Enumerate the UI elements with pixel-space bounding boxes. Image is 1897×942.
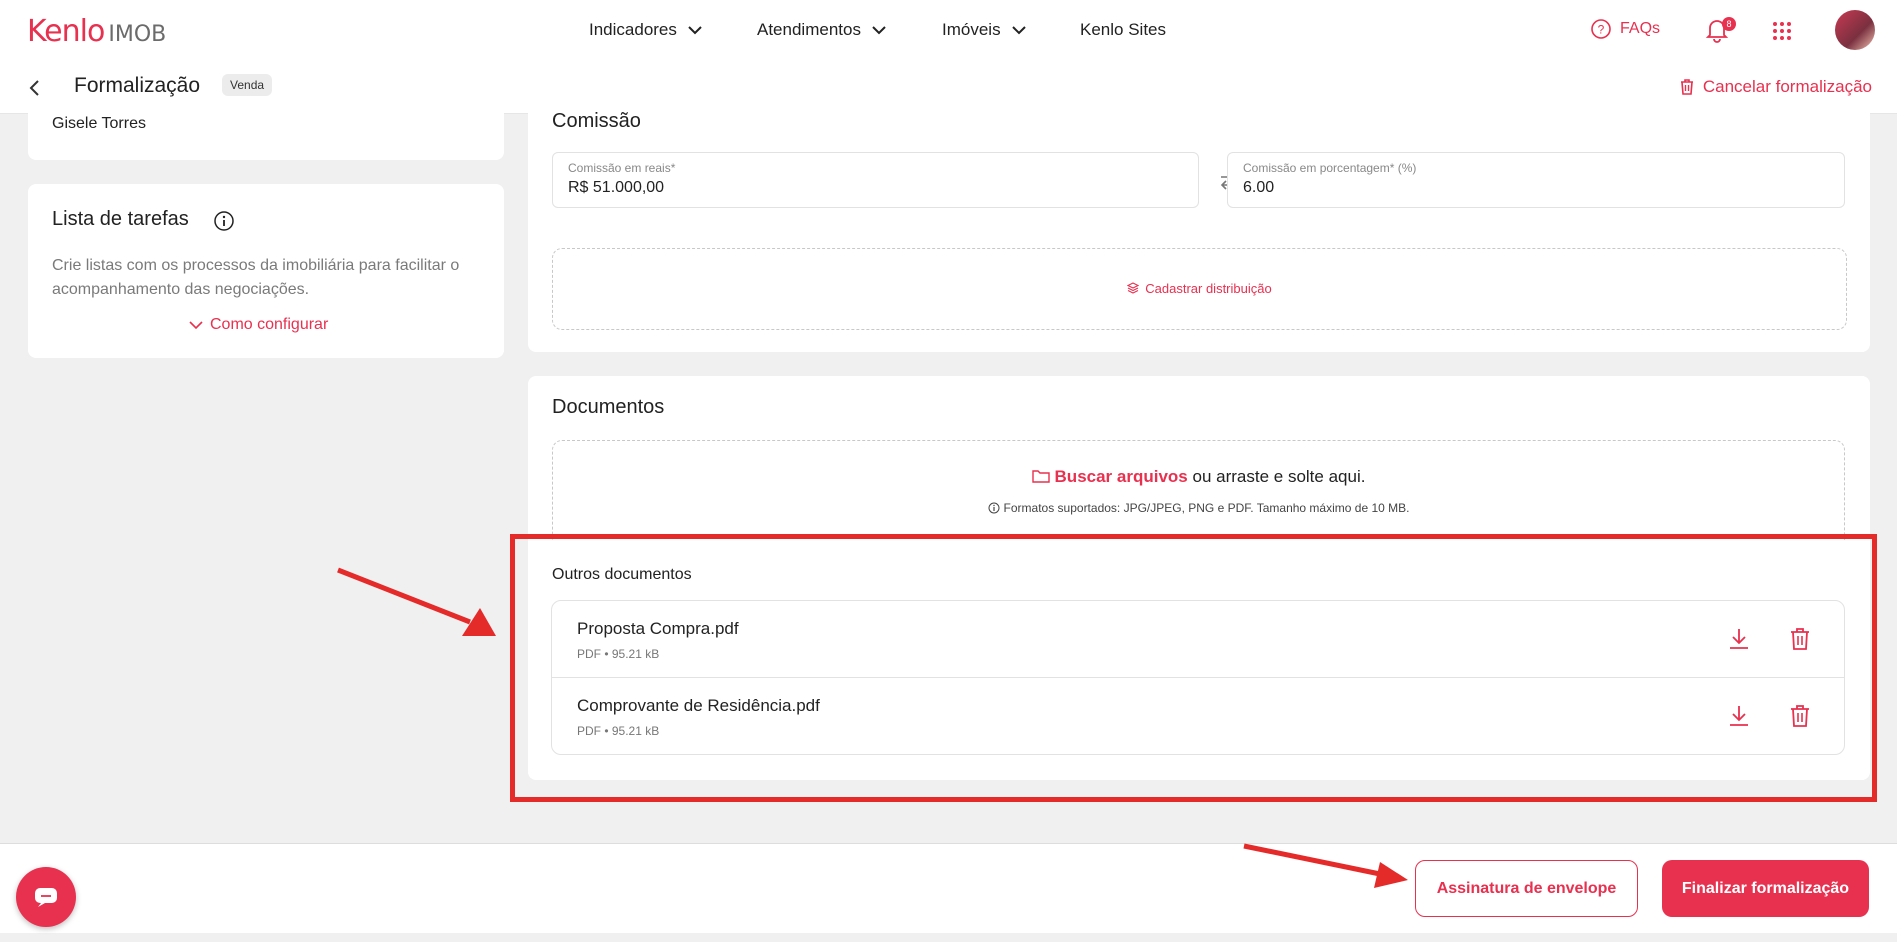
chevron-down-icon <box>189 321 203 330</box>
how-to-configure-link[interactable]: Como configurar <box>188 316 328 334</box>
kenlo-logo[interactable]: Kenlo IMOB <box>27 14 166 49</box>
top-navbar: Kenlo IMOB Indicadores Atendimentos Imóve… <box>0 0 1897 62</box>
chat-button[interactable] <box>16 867 76 927</box>
commission-percent-field[interactable]: Comissão em porcentagem* (%) 6.00 <box>1227 152 1845 208</box>
finalize-formalization-button[interactable]: Finalizar formalização <box>1662 860 1869 917</box>
commission-percent-value: 6.00 <box>1243 179 1275 196</box>
commission-percent-label: Comissão em porcentagem* (%) <box>1243 161 1417 175</box>
chevron-down-icon <box>872 26 886 35</box>
info-icon[interactable] <box>213 210 235 232</box>
task-list-title: Lista de tarefas <box>52 208 189 230</box>
help-icon: ? <box>1591 19 1611 39</box>
faq-label: FAQs <box>1620 20 1661 37</box>
logo-sub-text: IMOB <box>108 22 167 47</box>
file-dropzone[interactable]: Buscar arquivos ou arraste e solte aqui.… <box>552 440 1845 540</box>
nav-imoveis[interactable]: Imóveis <box>942 20 1027 40</box>
dropzone-text: Buscar arquivos ou arraste e solte aqui. <box>553 467 1844 487</box>
apps-grid-icon[interactable] <box>1772 21 1792 41</box>
highlight-box <box>510 534 1877 802</box>
nav-label: Imóveis <box>942 20 1001 39</box>
how-to-configure-label: Como configurar <box>210 316 329 333</box>
layers-icon <box>1127 282 1140 294</box>
task-list-description: Crie listas com os processos da imobiliá… <box>52 257 460 298</box>
commission-reais-label: Comissão em reais* <box>568 161 676 175</box>
supported-formats-text: Formatos suportados: JPG/JPEG, PNG e PDF… <box>553 501 1844 515</box>
chevron-down-icon <box>688 26 702 35</box>
register-distribution-label: Cadastrar distribuição <box>1145 281 1272 296</box>
commission-card: Comissão Comissão em reais* R$ 51.000,00… <box>528 100 1870 352</box>
register-distribution-link[interactable]: Cadastrar distribuição <box>553 281 1846 296</box>
user-avatar[interactable] <box>1835 10 1875 50</box>
annotation-arrow-icon <box>1243 843 1408 888</box>
commission-reais-value: R$ 51.000,00 <box>568 179 665 196</box>
commission-title: Comissão <box>552 110 641 132</box>
faq-link[interactable]: ? FAQs <box>1590 18 1660 40</box>
annotation-arrow-icon <box>337 567 496 636</box>
commission-reais-field[interactable]: Comissão em reais* R$ 51.000,00 <box>552 152 1199 208</box>
nav-indicadores[interactable]: Indicadores <box>589 20 703 40</box>
task-list-card: Lista de tarefas Crie listas com os proc… <box>28 184 504 358</box>
register-distribution-area[interactable]: Cadastrar distribuição <box>552 248 1847 330</box>
folder-icon <box>1031 470 1050 483</box>
back-arrow-icon[interactable] <box>26 78 44 98</box>
envelope-signature-button[interactable]: Assinatura de envelope <box>1415 860 1638 917</box>
cancel-label: Cancelar formalização <box>1702 77 1872 96</box>
documents-title: Documentos <box>552 396 665 418</box>
info-icon <box>988 502 1000 514</box>
formats-label: Formatos suportados: JPG/JPEG, PNG e PDF… <box>1003 501 1410 515</box>
nav-atendimentos[interactable]: Atendimentos <box>757 20 887 40</box>
page-title: Formalização <box>74 74 201 97</box>
notification-badge: 8 <box>1722 17 1736 31</box>
cancel-formalization-button[interactable]: Cancelar formalização <box>1679 77 1872 97</box>
nav-label: Atendimentos <box>757 20 861 39</box>
nav-label: Kenlo Sites <box>1080 20 1166 39</box>
deal-type-tag: Venda <box>222 74 273 96</box>
client-name: Gisele Torres <box>52 115 146 132</box>
chat-icon <box>35 888 57 907</box>
client-card: Gisele Torres <box>28 100 504 160</box>
svg-text:?: ? <box>1598 23 1605 37</box>
logo-main-text: Kenlo <box>27 14 105 49</box>
nav-label: Indicadores <box>589 20 677 39</box>
drag-drop-text: ou arraste e solte aqui. <box>1192 467 1366 486</box>
chevron-down-icon <box>1011 26 1026 35</box>
trash-icon <box>1680 79 1693 95</box>
nav-kenlo-sites[interactable]: Kenlo Sites <box>1080 20 1166 40</box>
browse-files-link[interactable]: Buscar arquivos <box>1055 467 1188 486</box>
